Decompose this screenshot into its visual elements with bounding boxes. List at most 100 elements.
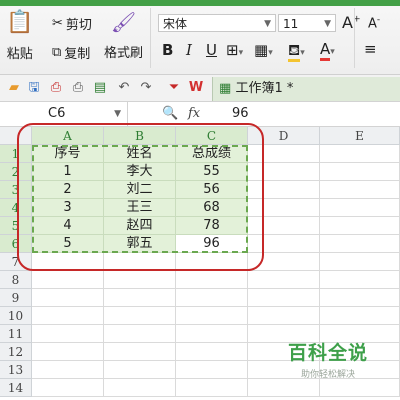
row-header[interactable]: 3 [0, 181, 32, 199]
table-cell[interactable] [176, 253, 248, 271]
table-cell[interactable] [320, 145, 400, 163]
row-header[interactable]: 7 [0, 253, 32, 271]
cut-button[interactable]: ✂ 剪切 [52, 14, 92, 33]
table-cell[interactable] [104, 253, 176, 271]
formula-input[interactable]: 96 [232, 102, 249, 126]
row-header[interactable]: 5 [0, 217, 32, 235]
table-cell[interactable] [320, 307, 400, 325]
column-header[interactable]: E [320, 127, 400, 145]
fill-color-button[interactable]: ⛾▾ [288, 41, 305, 62]
table-cell[interactable]: 78 [176, 217, 248, 235]
table-cell[interactable]: 王三 [104, 199, 176, 217]
table-cell[interactable]: 68 [176, 199, 248, 217]
row-header[interactable]: 12 [0, 343, 32, 361]
row-header[interactable]: 8 [0, 271, 32, 289]
row-header[interactable]: 10 [0, 307, 32, 325]
table-cell[interactable] [176, 379, 248, 397]
customize-toolbar-icon[interactable]: ⏷ [166, 80, 182, 96]
table-cell[interactable] [320, 217, 400, 235]
row-header[interactable]: 13 [0, 361, 32, 379]
name-box[interactable]: C6 ▼ [0, 102, 128, 126]
format-painter-button[interactable]: 🖌 格式刷 [104, 10, 143, 61]
table-cell[interactable] [176, 289, 248, 307]
open-folder-icon[interactable]: ▰ [6, 80, 22, 96]
table-cell[interactable] [104, 271, 176, 289]
print-preview-icon[interactable]: ▤ [92, 80, 108, 96]
row-header[interactable]: 2 [0, 163, 32, 181]
table-cell[interactable]: 赵四 [104, 217, 176, 235]
table-cell[interactable]: 5 [32, 235, 104, 253]
table-cell[interactable] [104, 379, 176, 397]
column-header[interactable]: C [176, 127, 248, 145]
table-cell[interactable] [320, 163, 400, 181]
table-cell[interactable] [32, 325, 104, 343]
table-cell[interactable] [176, 361, 248, 379]
row-header[interactable]: 1 [0, 145, 32, 163]
table-cell[interactable] [320, 271, 400, 289]
table-cell[interactable] [32, 271, 104, 289]
table-cell[interactable] [176, 343, 248, 361]
table-cell[interactable] [248, 271, 320, 289]
save-icon[interactable]: 🖫 [26, 80, 42, 96]
table-header-cell[interactable]: 总成绩 [176, 145, 248, 163]
table-cell[interactable] [320, 199, 400, 217]
column-header[interactable]: B [104, 127, 176, 145]
table-cell[interactable] [32, 307, 104, 325]
table-cell[interactable] [32, 289, 104, 307]
table-cell[interactable]: 郭五 [104, 235, 176, 253]
column-header[interactable]: D [248, 127, 320, 145]
table-cell[interactable] [248, 289, 320, 307]
table-cell[interactable] [248, 199, 320, 217]
table-cell[interactable] [248, 253, 320, 271]
table-cell[interactable]: 2 [32, 181, 104, 199]
table-cell[interactable]: 1 [32, 163, 104, 181]
font-name-select[interactable]: 宋体 ▼ [158, 14, 276, 32]
row-header[interactable]: 9 [0, 289, 32, 307]
table-cell[interactable] [248, 145, 320, 163]
table-header-cell[interactable]: 姓名 [104, 145, 176, 163]
table-cell[interactable] [248, 235, 320, 253]
font-size-select[interactable]: 11 ▼ [278, 14, 336, 32]
table-cell[interactable] [32, 253, 104, 271]
print-icon[interactable]: ⎙ [70, 80, 86, 96]
grow-font-button[interactable]: A+ [342, 13, 361, 32]
tab-workbook[interactable]: ▦ 工作簿1 * [212, 77, 400, 101]
table-cell[interactable] [104, 307, 176, 325]
table-cell[interactable]: 4 [32, 217, 104, 235]
font-color-button[interactable]: A▾ [320, 40, 335, 61]
table-cell[interactable] [248, 307, 320, 325]
row-header[interactable]: 14 [0, 379, 32, 397]
align-button[interactable]: ≡ [364, 40, 377, 58]
paste-button[interactable]: 📋 粘贴 [6, 10, 33, 62]
table-cell[interactable]: 3 [32, 199, 104, 217]
row-header[interactable]: 4 [0, 199, 32, 217]
table-cell[interactable] [176, 307, 248, 325]
table-cell[interactable] [320, 379, 400, 397]
column-header[interactable]: A [32, 127, 104, 145]
zoom-search-icon[interactable]: 🔍 [162, 102, 178, 126]
active-cell[interactable]: 96 [176, 235, 248, 253]
table-cell[interactable]: 李大 [104, 163, 176, 181]
borders-button[interactable]: ⊞▾ [226, 41, 243, 59]
table-cell[interactable] [104, 289, 176, 307]
pdf-icon[interactable]: ⎙ [48, 80, 64, 96]
table-cell[interactable] [104, 325, 176, 343]
row-header[interactable]: 6 [0, 235, 32, 253]
table-cell[interactable] [32, 343, 104, 361]
table-cell[interactable] [104, 343, 176, 361]
table-cell[interactable]: 55 [176, 163, 248, 181]
select-all-corner[interactable] [0, 127, 32, 145]
bold-button[interactable]: B [162, 41, 173, 59]
table-cell[interactable] [248, 217, 320, 235]
undo-icon[interactable]: ↶ [116, 80, 132, 96]
table-cell[interactable] [176, 325, 248, 343]
table-cell[interactable] [320, 181, 400, 199]
table-cell[interactable] [104, 361, 176, 379]
merge-button[interactable]: ▦▾ [254, 41, 273, 59]
copy-button[interactable]: ⧉ 复制 [52, 43, 90, 62]
function-icon[interactable]: fx [188, 102, 200, 126]
table-cell[interactable] [176, 271, 248, 289]
shrink-font-button[interactable]: A- [368, 15, 380, 31]
table-cell[interactable] [248, 379, 320, 397]
table-cell[interactable] [320, 253, 400, 271]
